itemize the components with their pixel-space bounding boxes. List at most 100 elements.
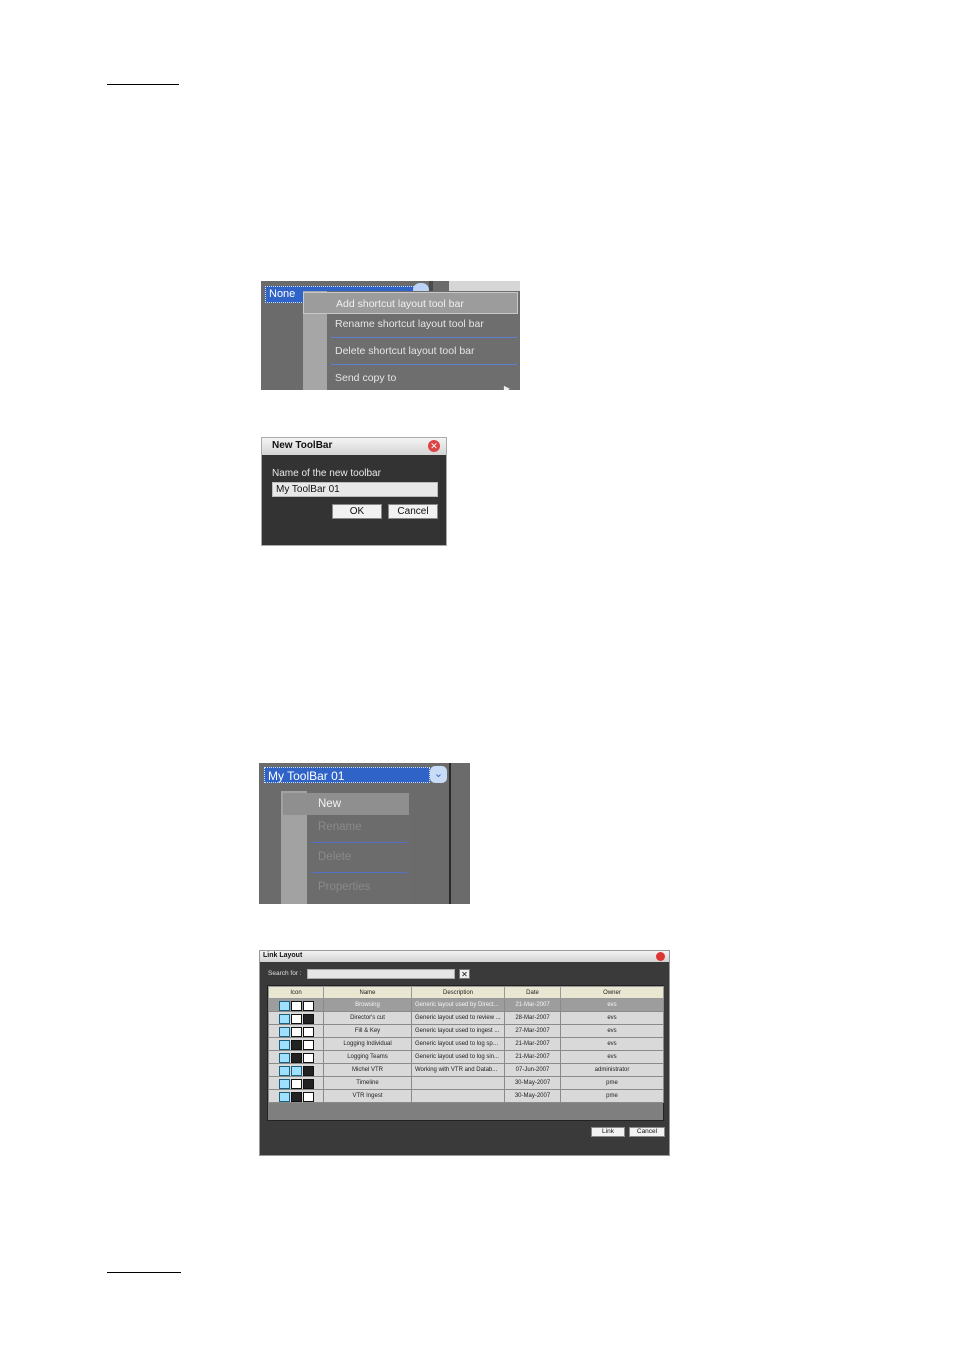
column-header-date[interactable]: Date xyxy=(504,986,561,999)
cell-owner: evs xyxy=(560,998,664,1012)
table-row[interactable]: Timeline 30-May-2007 pme xyxy=(268,1076,664,1090)
column-header-description[interactable]: Description xyxy=(411,986,505,999)
search-label: Search for : xyxy=(268,970,302,977)
layout-icon xyxy=(279,1013,290,1024)
layout-icon xyxy=(279,1065,290,1076)
new-toolbar-dialog: New ToolBar ✕ Name of the new toolbar My… xyxy=(261,437,447,546)
close-icon[interactable]: ✕ xyxy=(428,440,440,452)
table-row[interactable]: Director's cut Generic layout used to re… xyxy=(268,1011,664,1025)
layout-icon-cell xyxy=(268,1089,324,1103)
cell-description: Generic layout used by Direct... xyxy=(411,998,505,1012)
table-row[interactable]: VTR Ingest 30-May-2007 pme xyxy=(268,1089,664,1103)
panel-background xyxy=(449,281,520,291)
layout-icon xyxy=(291,1052,302,1063)
link-button[interactable]: Link xyxy=(591,1127,625,1137)
cell-description xyxy=(411,1089,505,1103)
cell-owner: administrator xyxy=(560,1063,664,1077)
cell-date: 28-Mar-2007 xyxy=(504,1011,561,1025)
layout-icon-cell xyxy=(268,1076,324,1090)
layout-icon xyxy=(279,1091,290,1102)
dialog-title-bar: New ToolBar ✕ xyxy=(262,438,446,455)
menu-separator xyxy=(311,842,407,843)
layout-icon xyxy=(291,1078,302,1089)
layout-icon xyxy=(303,1091,314,1102)
layout-icon xyxy=(303,1026,314,1037)
menu-item-properties: Properties xyxy=(318,881,371,893)
layout-icon xyxy=(303,1039,314,1050)
cell-description: Generic layout used to ingest ... xyxy=(411,1024,505,1038)
toolbar-name-label: Name of the new toolbar xyxy=(272,468,381,479)
table-row[interactable]: Browsing Generic layout used by Direct..… xyxy=(268,998,664,1012)
table-row[interactable]: Michel VTR Working with VTR and Datab...… xyxy=(268,1063,664,1077)
cell-name: Logging Individual xyxy=(323,1037,412,1051)
layout-icon-cell xyxy=(268,1024,324,1038)
combo-value: None xyxy=(269,288,296,300)
cell-owner: evs xyxy=(560,1050,664,1064)
table-row[interactable]: Fill & Key Generic layout used to ingest… xyxy=(268,1024,664,1038)
cell-name: Timeline xyxy=(323,1076,412,1090)
menu-separator xyxy=(311,872,407,873)
clear-search-button[interactable]: ✕ xyxy=(459,969,470,979)
layout-icon xyxy=(291,1091,302,1102)
layout-icon-cell xyxy=(268,1011,324,1025)
cancel-button[interactable]: Cancel xyxy=(629,1127,665,1137)
toolbar-name-value: My ToolBar 01 xyxy=(276,484,340,495)
cell-description: Generic layout used to log sin... xyxy=(411,1050,505,1064)
cell-date: 21-Mar-2007 xyxy=(504,1037,561,1051)
toolbar-menu: New Rename Delete Properties xyxy=(281,791,411,904)
layout-table: Icon Name Description Date Owner Browsin… xyxy=(267,985,664,1121)
menu-item-send-copy-to[interactable]: Send copy to xyxy=(327,367,520,389)
cell-name: Logging Teams xyxy=(323,1050,412,1064)
cancel-button[interactable]: Cancel xyxy=(388,504,438,519)
footer-rule xyxy=(107,1272,181,1273)
layout-icon-cell xyxy=(268,1063,324,1077)
layout-icon xyxy=(279,1052,290,1063)
menu-item-new[interactable]: New xyxy=(283,793,409,815)
cell-date: 30-May-2007 xyxy=(504,1076,561,1090)
cell-owner: pme xyxy=(560,1089,664,1103)
column-header-icon[interactable]: Icon xyxy=(268,986,324,999)
menu-item-rename: Rename xyxy=(318,821,362,833)
column-header-owner[interactable]: Owner xyxy=(560,986,664,999)
cell-date: 27-Mar-2007 xyxy=(504,1024,561,1038)
layout-icon xyxy=(303,1052,314,1063)
layout-icon xyxy=(279,1039,290,1050)
layout-icon xyxy=(291,1026,302,1037)
layout-icon xyxy=(291,1013,302,1024)
cell-date: 07-Jun-2007 xyxy=(504,1063,561,1077)
menu-item-add-shortcut-layout-tool-bar[interactable]: Add shortcut layout tool bar xyxy=(303,292,518,314)
chevron-down-icon[interactable]: ⌄ xyxy=(430,766,447,783)
table-row[interactable]: Logging Individual Generic layout used t… xyxy=(268,1037,664,1051)
layout-icon xyxy=(279,1078,290,1089)
table-header-row: Icon Name Description Date Owner xyxy=(268,986,664,999)
layout-icon-cell xyxy=(268,998,324,1012)
dialog-title: Link Layout xyxy=(263,952,303,959)
layout-icon xyxy=(303,1065,314,1076)
menu-item-delete-shortcut-layout-tool-bar[interactable]: Delete shortcut layout tool bar xyxy=(327,340,520,362)
layout-icon-cell xyxy=(268,1050,324,1064)
table-row[interactable]: Logging Teams Generic layout used to log… xyxy=(268,1050,664,1064)
layout-icon xyxy=(303,1013,314,1024)
toolbar-select-combo[interactable]: My ToolBar 01 xyxy=(264,767,430,783)
cell-owner: pme xyxy=(560,1076,664,1090)
menu-item-delete: Delete xyxy=(318,851,352,863)
cell-name: Browsing xyxy=(323,998,412,1012)
toolbar-name-input[interactable]: My ToolBar 01 xyxy=(272,482,438,497)
menu-item-rename-shortcut-layout-tool-bar[interactable]: Rename shortcut layout tool bar xyxy=(327,313,520,335)
ok-button[interactable]: OK xyxy=(332,504,382,519)
column-header-name[interactable]: Name xyxy=(323,986,412,999)
cell-description: Working with VTR and Datab... xyxy=(411,1063,505,1077)
cell-owner: evs xyxy=(560,1011,664,1025)
cell-owner: evs xyxy=(560,1037,664,1051)
combo-value: My ToolBar 01 xyxy=(268,769,345,783)
cell-date: 30-May-2007 xyxy=(504,1089,561,1103)
search-input[interactable] xyxy=(307,969,455,979)
submenu-arrow-icon: ▶ xyxy=(503,384,510,390)
close-icon[interactable] xyxy=(656,952,665,961)
layout-icon xyxy=(291,1000,302,1011)
layout-icon xyxy=(303,1000,314,1011)
link-layout-dialog: Link Layout Search for : ✕ Icon Name Des… xyxy=(259,950,670,1156)
cell-description: Generic layout used to log spo... xyxy=(411,1037,505,1051)
cell-name: VTR Ingest xyxy=(323,1089,412,1103)
layout-icon xyxy=(291,1039,302,1050)
